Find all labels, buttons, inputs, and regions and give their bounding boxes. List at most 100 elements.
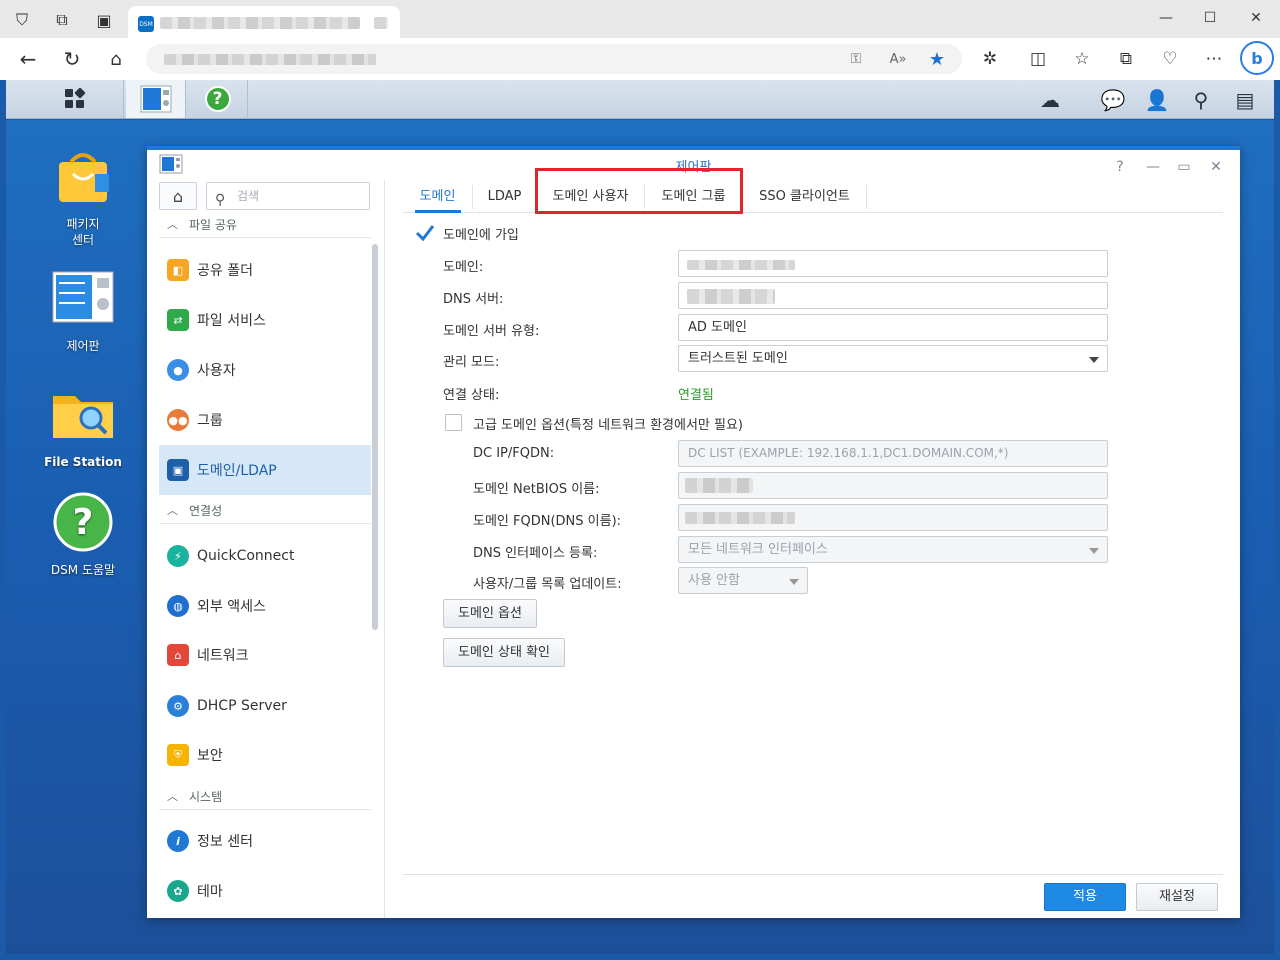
sidebar: ⌂ ⚲ 검색 ︿ 파일 공유 ◧ 공유 폴더 ⇄ 파일 서비스 ● 사용자 ●● 그룹 ▣ 도…	[147, 180, 385, 918]
window-minimize-icon[interactable]: —	[1141, 156, 1165, 178]
taskbar-control-panel[interactable]	[126, 80, 186, 118]
sidebar-scrollbar[interactable]	[372, 244, 378, 630]
widgets-icon[interactable]: ▤	[1231, 86, 1259, 114]
read-aloud-icon[interactable]: A»	[882, 43, 914, 75]
key-icon[interactable]: ⚿	[840, 43, 872, 75]
desktop-icon-label: 패키지 센터	[66, 217, 100, 247]
section-label: 파일 공유	[189, 218, 237, 232]
back-icon[interactable]: ←	[12, 43, 44, 75]
dc-field[interactable]: DC LIST (EXAMPLE: 192.168.1.1,DC1.DOMAIN…	[678, 440, 1108, 467]
check-domain-status-button[interactable]: 도메인 상태 확인	[443, 638, 565, 667]
server-type-field[interactable]: AD 도메인	[678, 314, 1108, 341]
window-minimize-icon[interactable]: —	[1150, 2, 1182, 34]
sidebar-item-dhcp-server[interactable]: ⚙ DHCP Server	[159, 682, 371, 730]
home-button[interactable]: ⌂	[159, 182, 197, 210]
refresh-icon[interactable]: ↻	[56, 43, 88, 75]
section-system[interactable]: ︿ 시스템	[159, 784, 371, 810]
fqdn-field[interactable]	[678, 504, 1108, 531]
main-menu-button[interactable]	[26, 80, 124, 118]
more-icon[interactable]: ⋯	[1198, 43, 1230, 75]
sidebar-item-quickconnect[interactable]: ⚡ QuickConnect	[159, 532, 371, 580]
netbios-field[interactable]	[678, 472, 1108, 499]
bing-icon[interactable]: b	[1240, 41, 1274, 75]
tab-actions-icon[interactable]: ▣	[88, 4, 120, 36]
tab-sso-client[interactable]: SSO 클라이언트	[743, 185, 867, 209]
domain-field[interactable]	[678, 250, 1108, 277]
address-bar[interactable]: ⚿ A» ★	[146, 44, 962, 74]
collections-icon[interactable]: ⧉	[1110, 43, 1142, 75]
update-list-label: 사용자/그룹 목록 업데이트:	[473, 577, 622, 592]
desktop-icon-package-center[interactable]: 패키지 센터	[33, 144, 133, 248]
sidebar-item-label: QuickConnect	[197, 548, 295, 564]
sidebar-item-security[interactable]: ⛨ 보안	[159, 731, 371, 779]
window-help-icon[interactable]: ?	[1108, 156, 1132, 178]
sidebar-item-file-services[interactable]: ⇄ 파일 서비스	[159, 296, 371, 344]
section-label: 시스템	[189, 790, 223, 804]
apply-button[interactable]: 적용	[1044, 883, 1126, 911]
sidebar-item-shared-folder[interactable]: ◧ 공유 폴더	[159, 246, 371, 294]
reset-button[interactable]: 재설정	[1136, 883, 1218, 911]
domain-options-button[interactable]: 도메인 옵션	[443, 599, 537, 628]
sidebar-item-group[interactable]: ●● 그룹	[159, 396, 371, 444]
chat-icon[interactable]: 💬	[1099, 86, 1127, 114]
dns-register-select[interactable]: 모든 네트워크 인터페이스	[678, 536, 1108, 563]
user-icon[interactable]: 👤	[1143, 86, 1171, 114]
tab-close-icon[interactable]	[374, 17, 388, 29]
sidebar-item-label: 보안	[197, 748, 223, 764]
tab-strip: ⛉ ⧉ ▣ DSM — ☐ ✕	[0, 0, 1280, 40]
update-list-value: 사용 안함	[688, 573, 740, 588]
manage-mode-select[interactable]: 트러스트된 도메인	[678, 345, 1108, 372]
file-services-icon: ⇄	[167, 309, 189, 331]
dsm-favicon-icon: DSM	[138, 16, 154, 32]
window-maximize-icon[interactable]: ▭	[1172, 156, 1196, 178]
tab-ldap[interactable]: LDAP	[473, 185, 537, 209]
performance-icon[interactable]: ♡	[1154, 43, 1186, 75]
desktop-icon-dsm-help[interactable]: ? DSM 도움말	[33, 490, 133, 578]
favorites-icon[interactable]: ☆	[1066, 43, 1098, 75]
join-domain-checkbox[interactable]	[415, 224, 435, 242]
advanced-options-checkbox[interactable]	[445, 414, 462, 431]
sidebar-item-domain-ldap[interactable]: ▣ 도메인/LDAP	[159, 445, 371, 495]
conn-status-label: 연결 상태:	[443, 388, 500, 403]
section-file-sharing[interactable]: ︿ 파일 공유	[159, 212, 371, 238]
search-icon: ⚲	[215, 192, 226, 208]
window-close-icon[interactable]: ✕	[1204, 156, 1228, 178]
dns-register-label: DNS 인터페이스 등록:	[473, 546, 598, 561]
extensions-icon[interactable]: ✲	[974, 43, 1006, 75]
window-maximize-icon[interactable]: ☐	[1194, 2, 1226, 34]
dhcp-icon: ⚙	[167, 695, 189, 717]
search-input[interactable]: ⚲ 검색	[206, 182, 370, 210]
tab-domain[interactable]: 도메인	[403, 185, 473, 209]
sidebar-item-label: 테마	[197, 884, 223, 900]
sidebar-item-user[interactable]: ● 사용자	[159, 346, 371, 394]
sidebar-item-label: 정보 센터	[197, 834, 253, 850]
taskbar-help[interactable]: ?	[188, 80, 248, 118]
window-close-icon[interactable]: ✕	[1240, 2, 1272, 34]
section-connectivity[interactable]: ︿ 연결성	[159, 498, 371, 524]
split-screen-icon[interactable]: ◫	[1022, 43, 1054, 75]
sidebar-item-label: 네트워크	[197, 648, 249, 664]
tab-bar: 도메인 LDAP 도메인 사용자 도메인 그룹 SSO 클라이언트	[403, 180, 1223, 213]
dns-server-field[interactable]	[678, 282, 1108, 309]
sidebar-item-theme[interactable]: ✿ 테마	[159, 867, 371, 915]
sidebar-item-label: 도메인/LDAP	[197, 463, 277, 479]
workspaces-icon[interactable]: ⧉	[46, 4, 78, 36]
desktop-icon-label: DSM 도움말	[50, 563, 116, 577]
dns-server-label: DNS 서버:	[443, 292, 504, 307]
dropdown-arrow-icon	[1089, 357, 1099, 363]
globe-icon: ◍	[167, 595, 189, 617]
search-icon[interactable]: ⚲	[1187, 86, 1215, 114]
update-list-select[interactable]: 사용 안함	[678, 567, 808, 594]
home-icon[interactable]: ⌂	[100, 43, 132, 75]
sidebar-item-network[interactable]: ⌂ 네트워크	[159, 631, 371, 679]
domain-label: 도메인:	[443, 260, 484, 275]
desktop-icon-control-panel[interactable]: 제어판	[33, 266, 133, 354]
browser-tab[interactable]: DSM	[128, 6, 400, 40]
profile-icon[interactable]: ⛉	[6, 4, 38, 36]
dc-label: DC IP/FQDN:	[473, 446, 555, 461]
favorite-star-icon[interactable]: ★	[921, 43, 953, 75]
sidebar-item-info-center[interactable]: i 정보 센터	[159, 817, 371, 865]
desktop-icon-file-station[interactable]: File Station	[33, 382, 133, 470]
cloud-sync-icon[interactable]: ☁	[1036, 86, 1064, 114]
sidebar-item-external-access[interactable]: ◍ 외부 액세스	[159, 582, 371, 630]
